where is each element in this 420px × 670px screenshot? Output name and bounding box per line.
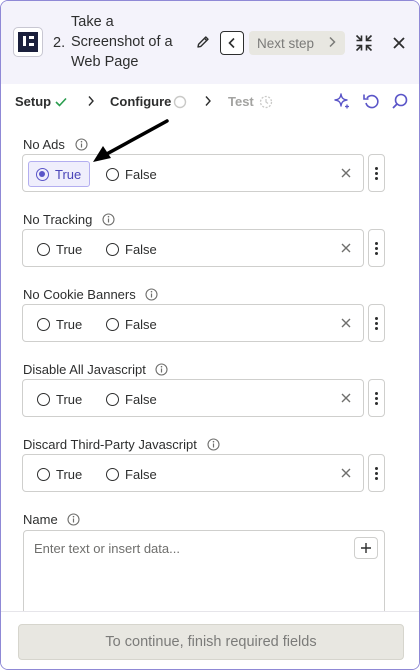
radio-false[interactable]: False — [99, 236, 165, 262]
chevron-right-icon — [329, 36, 336, 48]
previous-step-button[interactable] — [220, 31, 244, 55]
info-icon[interactable] — [67, 513, 80, 526]
step-title[interactable]: Take a Screenshot of a Web Page — [71, 12, 189, 72]
step-number: 2. — [53, 35, 66, 51]
clear-icon[interactable] — [340, 317, 352, 329]
check-icon — [55, 97, 67, 107]
ai-sparkle-icon[interactable] — [333, 92, 351, 110]
radio-group-disable-all-javascript: True False — [22, 379, 364, 417]
field-options-button[interactable] — [368, 154, 385, 192]
tab-test[interactable]: Test — [228, 94, 254, 109]
field-label-no-ads: No Ads — [23, 137, 88, 152]
info-icon[interactable] — [74, 138, 88, 151]
radio-empty-icon — [106, 242, 119, 256]
info-icon[interactable] — [206, 438, 220, 451]
more-vertical-icon — [375, 241, 378, 255]
step-header: 2. Take a Screenshot of a Web Page Next … — [1, 1, 419, 84]
footer: To continue, finish required fields — [1, 611, 419, 669]
clear-icon[interactable] — [340, 467, 352, 479]
incomplete-circle-icon — [173, 95, 187, 109]
radio-false[interactable]: False — [99, 386, 165, 412]
radio-false[interactable]: False — [99, 311, 165, 337]
radio-false[interactable]: False — [99, 161, 165, 187]
radio-selected-icon — [36, 167, 49, 181]
radio-group-no-tracking: True False — [22, 229, 364, 267]
field-options-button[interactable] — [368, 379, 385, 417]
step-editor-panel: 2. Take a Screenshot of a Web Page Next … — [0, 0, 420, 670]
radio-empty-icon — [106, 392, 119, 406]
field-label-disable-all-javascript: Disable All Javascript — [23, 362, 169, 377]
info-icon[interactable] — [145, 288, 158, 301]
field-label-no-tracking: No Tracking — [23, 212, 115, 227]
radio-true[interactable]: True — [28, 161, 91, 187]
more-vertical-icon — [375, 391, 378, 405]
clear-icon[interactable] — [340, 242, 352, 254]
radio-empty-icon — [37, 317, 50, 331]
next-step-label: Next step — [257, 35, 315, 51]
tab-setup[interactable]: Setup — [15, 94, 51, 109]
undo-icon[interactable] — [362, 92, 380, 110]
field-options-button[interactable] — [368, 304, 385, 342]
chevron-right-icon — [88, 96, 94, 106]
radio-empty-icon — [106, 317, 119, 331]
radio-group-no-ads: True False — [22, 154, 364, 192]
continue-button[interactable]: To continue, finish required fields — [18, 624, 404, 660]
search-icon[interactable] — [391, 92, 409, 110]
more-vertical-icon — [375, 166, 378, 180]
radio-empty-icon — [106, 167, 119, 181]
radio-empty-icon — [37, 392, 50, 406]
step-tabs: Setup Configure Test — [1, 84, 419, 120]
field-label-name: Name — [23, 512, 80, 527]
tab-configure[interactable]: Configure — [110, 94, 171, 109]
radio-true[interactable]: True — [30, 311, 90, 337]
radio-false[interactable]: False — [99, 461, 165, 487]
insert-data-button[interactable] — [354, 537, 378, 559]
radio-true[interactable]: True — [30, 386, 90, 412]
next-step-button[interactable]: Next step — [249, 31, 345, 55]
clear-icon[interactable] — [340, 392, 352, 404]
radio-true[interactable]: True — [30, 461, 90, 487]
chevron-right-icon — [205, 96, 211, 106]
radio-group-discard-third-party-javascript: True False — [22, 454, 364, 492]
radio-empty-icon — [106, 467, 119, 481]
info-icon[interactable] — [155, 363, 169, 376]
field-options-button[interactable] — [368, 229, 385, 267]
more-vertical-icon — [375, 466, 378, 480]
info-icon[interactable] — [102, 213, 115, 226]
field-label-no-cookie-banners: No Cookie Banners — [23, 287, 158, 302]
name-input-placeholder: Enter text or insert data... — [34, 541, 180, 556]
radio-empty-icon — [37, 242, 50, 256]
plus-icon — [361, 543, 371, 553]
app-logo-icon — [13, 27, 43, 57]
more-vertical-icon — [375, 316, 378, 330]
timer-icon — [259, 95, 273, 109]
name-input[interactable]: Enter text or insert data... — [23, 530, 385, 620]
radio-empty-icon — [37, 467, 50, 481]
chevron-left-icon — [228, 37, 235, 49]
close-icon[interactable] — [391, 35, 407, 51]
edit-pencil-icon[interactable] — [195, 34, 211, 50]
field-options-button[interactable] — [368, 454, 385, 492]
radio-true[interactable]: True — [30, 236, 90, 262]
collapse-icon[interactable] — [355, 34, 373, 52]
radio-group-no-cookie-banners: True False — [22, 304, 364, 342]
clear-icon[interactable] — [340, 167, 352, 179]
field-label-discard-third-party-javascript: Discard Third-Party Javascript — [23, 437, 220, 452]
